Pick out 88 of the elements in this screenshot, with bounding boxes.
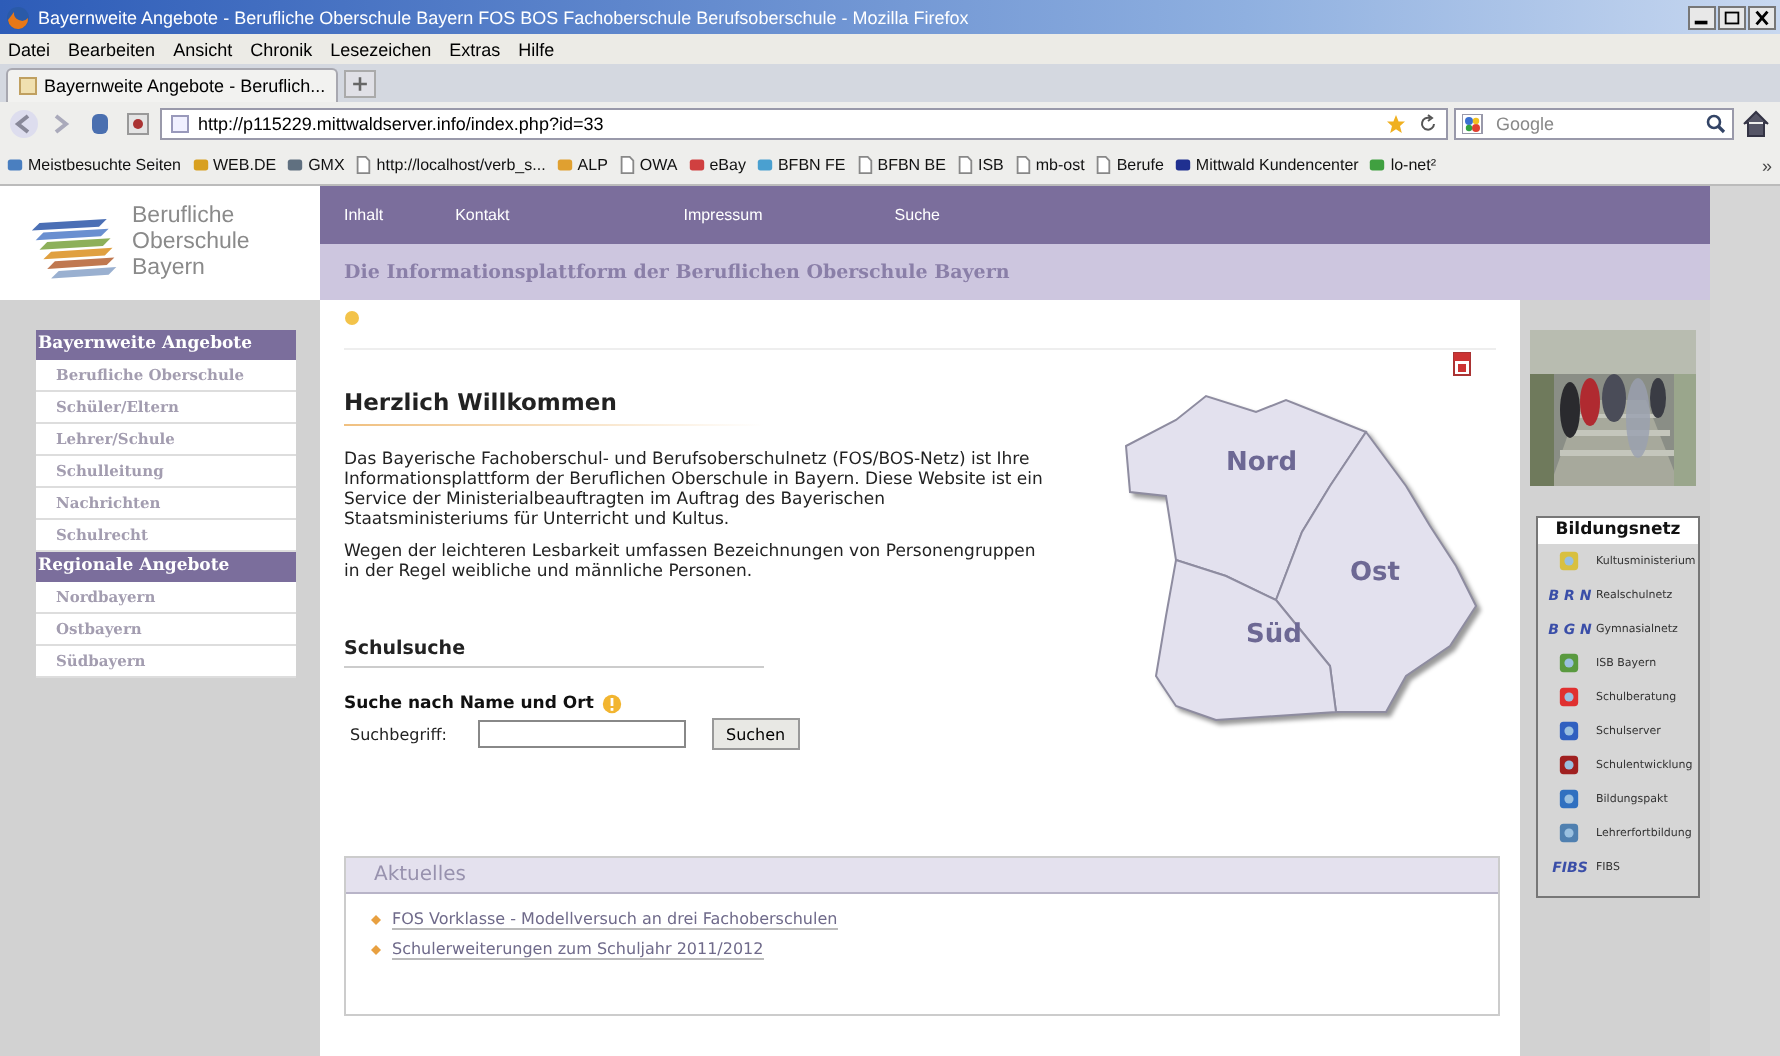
menu-item[interactable]: Hilfe	[518, 39, 555, 59]
bookmark[interactable]: GMX	[286, 156, 345, 174]
bookmark[interactable]: eBay	[687, 156, 746, 174]
new-tab-icon[interactable]	[343, 70, 376, 98]
page-icon	[18, 76, 38, 96]
nav-link[interactable]: Suche	[894, 206, 940, 224]
sidebar-heading: Bayernweite Angebote	[36, 330, 296, 360]
site-icon	[1368, 156, 1387, 174]
map-region[interactable]	[1154, 558, 1338, 721]
site-icon	[555, 156, 574, 174]
bookmark-star-icon[interactable]	[1386, 114, 1406, 134]
maximize-icon[interactable]	[1718, 5, 1746, 29]
site-icon	[286, 156, 305, 174]
browser-tab[interactable]: Bayernweite Angebote - Beruflich...	[6, 68, 338, 102]
page-icon	[354, 156, 373, 174]
bookmark[interactable]: lo-net²	[1368, 156, 1436, 174]
search-field[interactable]: Google	[1454, 108, 1734, 140]
region-label[interactable]: Süd	[1246, 620, 1302, 650]
news-link[interactable]: Schulerweiterungen zum Schuljahr 2011/2012	[392, 940, 764, 960]
menu-item[interactable]: Extras	[449, 39, 501, 59]
bookmark[interactable]: BFBN FE	[755, 156, 846, 174]
page-icon	[617, 156, 636, 174]
bookmark[interactable]: Berufe	[1094, 156, 1164, 174]
panel-heading: Bildungsnetz	[1538, 518, 1698, 544]
bookmark[interactable]: http://localhost/verb_s...	[354, 156, 546, 174]
close-icon[interactable]	[1748, 5, 1776, 29]
region-label[interactable]: Nord	[1226, 448, 1298, 478]
nav-link[interactable]: Kontakt	[455, 206, 510, 224]
region-label[interactable]: Ost	[1350, 558, 1401, 588]
page-icon	[955, 156, 974, 174]
back-icon[interactable]	[8, 108, 40, 140]
home-icon[interactable]	[1740, 108, 1772, 140]
window-title: Bayernweite Angebote - Berufliche Oberschule Bayern FOS BOS Fachoberschule Berufsoberschule - Mozilla Firefox	[38, 7, 971, 27]
paragraph: Wegen der leichteren Lesbarkeit umfassen Bezeichnungen von Personengruppen in der Regel weibliche und männliche Personen.	[344, 542, 1038, 582]
site-logo-icon	[1558, 720, 1580, 742]
search-icon[interactable]	[1706, 114, 1726, 134]
search-term-field[interactable]	[478, 720, 686, 748]
site-icon	[1173, 156, 1192, 174]
bullet-icon	[370, 914, 382, 926]
site-icon	[755, 156, 774, 174]
page-icon	[170, 114, 190, 134]
page-icon	[1013, 156, 1032, 174]
address-field[interactable]: http://p115229.mittwaldserver.info/index.php?id=33	[160, 108, 1448, 140]
site-logo-icon	[1558, 550, 1580, 572]
bookmark[interactable]: BFBN BE	[855, 156, 946, 174]
bookmark[interactable]: WEB.DE	[191, 156, 277, 174]
bookmark[interactable]: OWA	[617, 156, 678, 174]
paragraph: Das Bayerische Fachoberschul- und Berufsoberschulnetz (FOS/BOS-Netz) ist Ihre Informationsplattform der Beruflichen Oberschule in Bayern. Diese Website ist ein Service der Ministerialbeauftragten im Auftrag des Bayerischen Staatsministeriums für Unterricht und Kultus.	[344, 450, 1045, 530]
bookmark[interactable]: Mittwald Kundencenter	[1173, 156, 1359, 174]
search-button[interactable]: Suchen	[712, 718, 800, 750]
site-logo-icon	[1558, 822, 1580, 844]
bookmark[interactable]: mb-ost	[1013, 156, 1085, 174]
nav-link[interactable]: Inhalt	[344, 206, 384, 224]
logo-text: Berufliche Oberschule Bayern	[132, 204, 250, 282]
page-icon	[855, 156, 874, 174]
section-heading: Schulsuche	[344, 638, 468, 660]
page-icon	[1094, 156, 1113, 174]
pdf-icon[interactable]	[1452, 352, 1472, 376]
browser-logo-icon	[6, 5, 30, 29]
site-icon	[6, 156, 24, 174]
news-heading: Aktuelles	[374, 864, 466, 886]
sidebar-heading: Regionale Angebote	[36, 552, 296, 582]
search-subheading: Suche nach Name und Ort	[344, 694, 594, 714]
more-bookmarks-button[interactable]: »	[1761, 155, 1780, 175]
welcome-heading: Herzlich Willkommen	[344, 388, 619, 416]
bullet-icon	[344, 310, 360, 326]
menu-item[interactable]: Chronik	[250, 39, 313, 59]
menu-item[interactable]: Bearbeiten	[68, 39, 156, 59]
nav-link[interactable]: Impressum	[683, 206, 763, 224]
site-icon	[191, 156, 209, 174]
bookmark[interactable]: ISB	[955, 156, 1004, 174]
site-logo-icon	[1558, 754, 1580, 776]
bookmark[interactable]: ALP	[555, 156, 608, 174]
site-logo-icon	[1558, 652, 1580, 674]
bullet-icon	[370, 944, 382, 956]
menu-item[interactable]: Ansicht	[173, 39, 233, 59]
news-link[interactable]: FOS Vorklasse - Modellversuch an drei Fachoberschulen	[392, 910, 838, 930]
reload-icon[interactable]	[1418, 114, 1438, 134]
minimize-icon[interactable]	[1688, 5, 1716, 29]
site-logo-icon	[1558, 686, 1580, 708]
bookmark[interactable]: Meistbesuchte Seiten	[6, 156, 181, 174]
menu-item[interactable]: Lesezeichen	[330, 39, 432, 59]
menu-item[interactable]: Datei	[8, 39, 51, 59]
addon-icon[interactable]	[122, 108, 154, 140]
field-label: Suchbegriff:	[350, 725, 449, 743]
site-subtitle: Die Informationsplattform der Beruflichen Oberschule Bayern	[344, 261, 1010, 283]
site-icon	[687, 156, 706, 174]
site-logo-icon	[1558, 788, 1580, 810]
